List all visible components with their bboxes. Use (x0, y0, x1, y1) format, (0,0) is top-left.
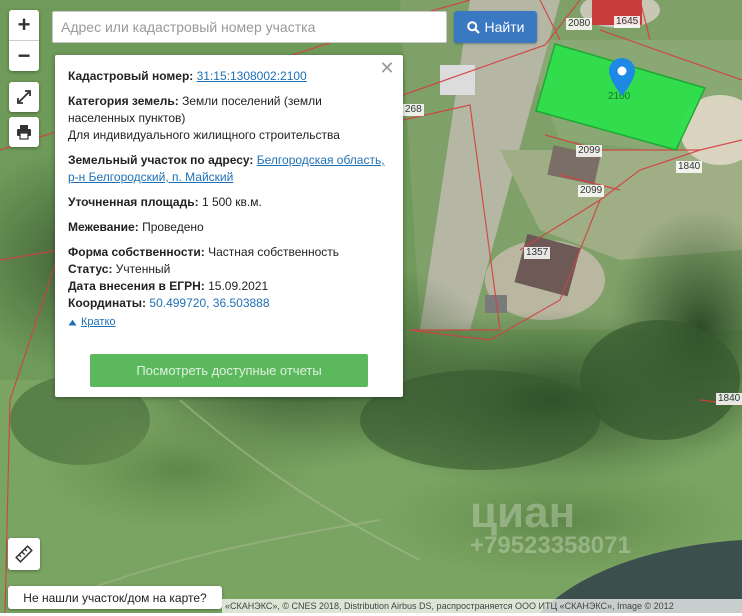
ownership-value: Частная собственность (208, 245, 340, 259)
address-label: Земельный участок по адресу: (68, 153, 254, 167)
collapse-brief-link[interactable]: Кратко (68, 314, 116, 331)
parcel-label: 1840 (716, 393, 742, 405)
close-icon[interactable]: ✕ (379, 59, 395, 77)
search-input[interactable] (52, 11, 447, 43)
egrn-date-label: Дата внесения в ЕГРН: (68, 279, 205, 293)
coordinates-value: 50.499720, 36.503888 (149, 296, 270, 310)
caret-up-icon (68, 319, 77, 326)
search-button[interactable]: Найти (454, 11, 537, 43)
ruler-button[interactable] (8, 538, 40, 570)
status-value: Учтенный (115, 262, 171, 276)
collapse-brief-label: Кратко (81, 316, 116, 328)
printer-icon (17, 125, 31, 140)
parcel-label: 1357 (524, 247, 551, 259)
parcel-info-panel: ✕ Кадастровый номер: 31:15:1308002:2100 … (55, 55, 403, 397)
zoom-in-button[interactable]: + (9, 10, 39, 40)
egrn-date-value: 15.09.2021 (208, 279, 269, 293)
search-icon (466, 20, 480, 34)
status-label: Статус: (68, 262, 113, 276)
survey-value: Проведено (142, 220, 204, 234)
cadastral-number-label: Кадастровый номер: (68, 69, 194, 83)
location-marker-icon[interactable] (609, 58, 635, 96)
land-category-label: Категория земель: (68, 94, 179, 108)
watermark-phone: +79523358071 (470, 532, 631, 559)
parcel-label: 1840 (676, 161, 703, 173)
expand-icon (17, 90, 31, 104)
parcel-label: 268 (403, 104, 424, 116)
fullscreen-button[interactable] (9, 82, 39, 112)
survey-label: Межевание: (68, 220, 139, 234)
map-attribution: «СКАНЭКС», © CNES 2018, Distribution Air… (222, 599, 742, 613)
cadastral-number-link[interactable]: 31:15:1308002:2100 (197, 69, 307, 83)
parcel-label: 2080 (566, 18, 593, 30)
view-reports-button[interactable]: Посмотреть доступные отчеты (90, 354, 368, 387)
ruler-icon (15, 545, 33, 563)
zoom-control: + − (9, 10, 39, 71)
zoom-out-button[interactable]: − (9, 40, 39, 71)
land-use-value: Для индивидуального жилищного строительс… (68, 128, 340, 142)
coordinates-label: Координаты: (68, 296, 147, 310)
parcel-label: 1645 (614, 16, 641, 28)
parcel-label: 2099 (578, 185, 605, 197)
not-found-button[interactable]: Не нашли участок/дом на карте? (8, 586, 222, 609)
search-button-label: Найти (484, 19, 525, 35)
area-value: 1 500 кв.м. (201, 195, 262, 209)
ownership-label: Форма собственности: (68, 245, 205, 259)
print-button[interactable] (9, 117, 39, 147)
parcel-label: 2099 (576, 145, 603, 157)
area-label: Уточненная площадь: (68, 195, 199, 209)
watermark-brand: циан (470, 488, 576, 537)
